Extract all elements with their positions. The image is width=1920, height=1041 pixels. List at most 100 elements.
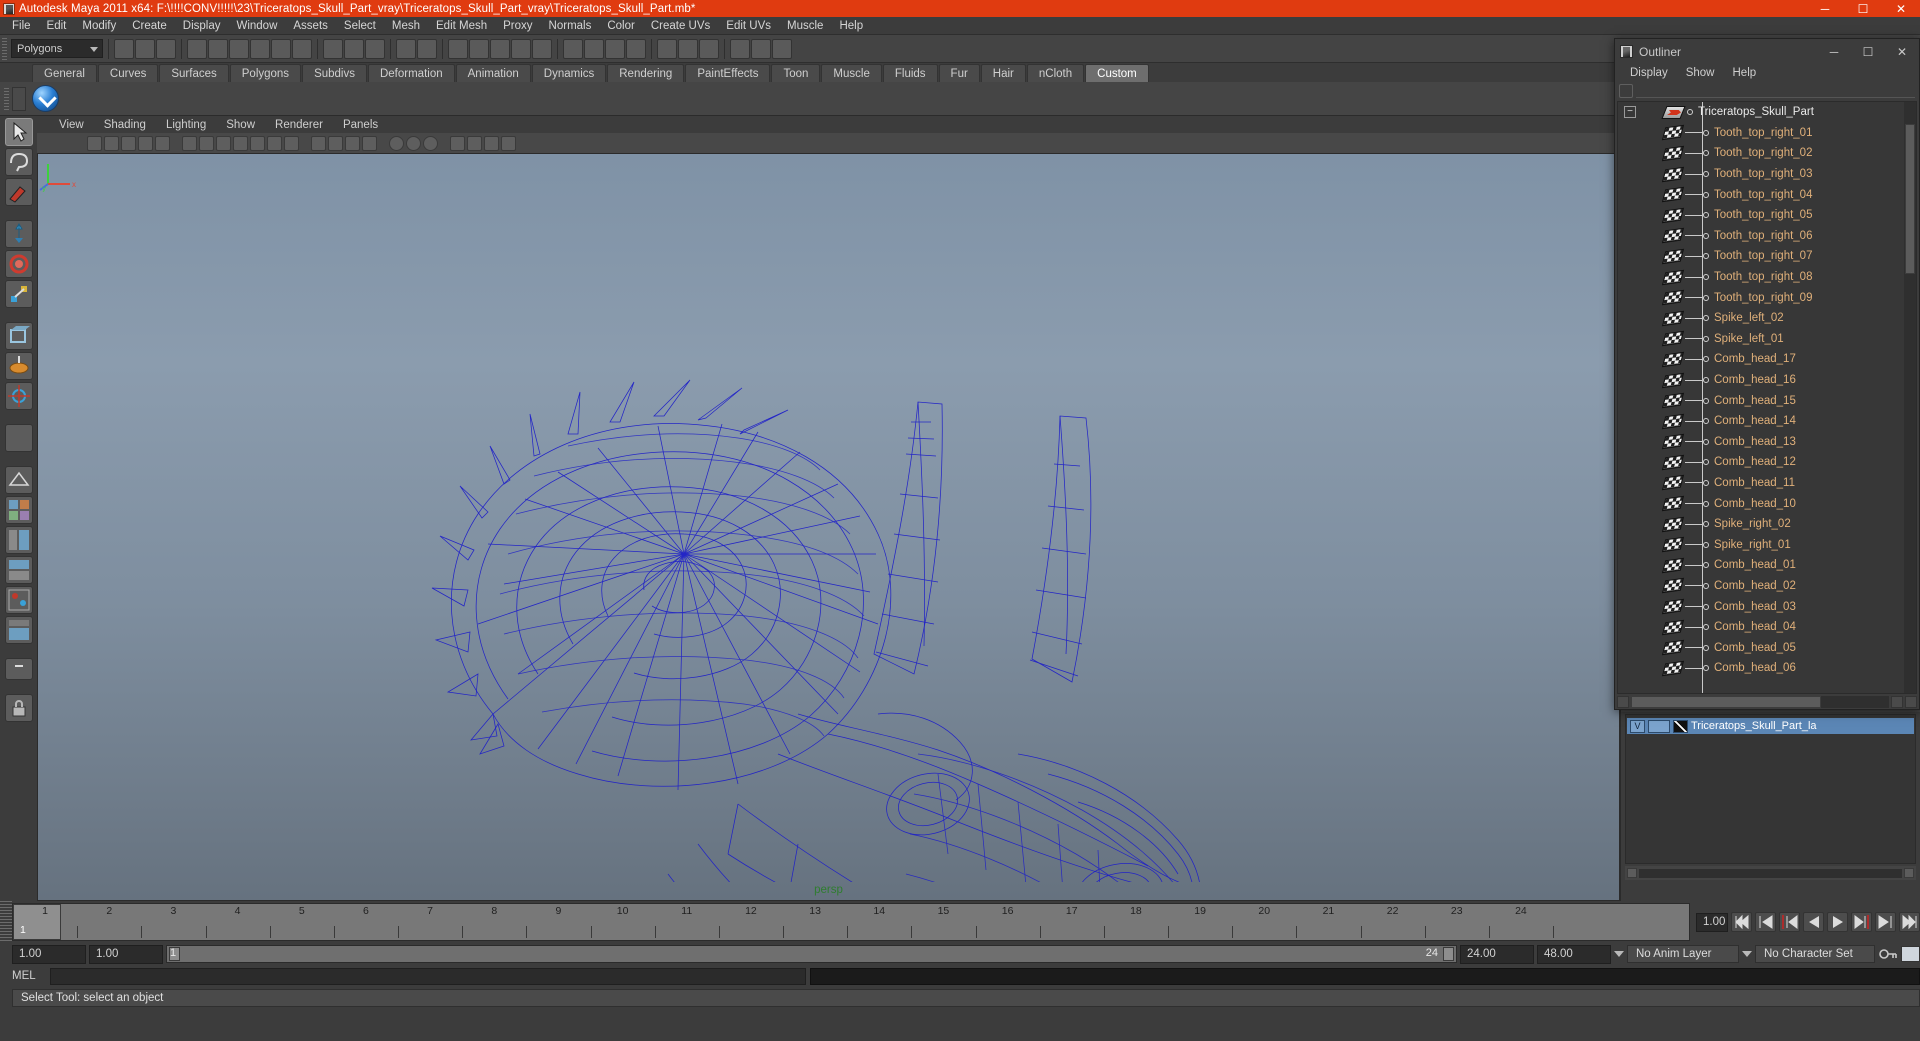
toolbar-grip[interactable] [2, 37, 7, 60]
layer-visibility-toggle[interactable]: V [1630, 719, 1645, 733]
outliner-item[interactable]: Tooth_top_right_03 [1618, 164, 1916, 185]
shelf-tab-ncloth[interactable]: nCloth [1026, 64, 1085, 82]
shelf-tab-custom[interactable]: Custom [1085, 64, 1149, 82]
outliner-close-button[interactable]: ✕ [1885, 39, 1919, 64]
previous-key-button[interactable] [1779, 912, 1800, 932]
outliner-item[interactable]: Tooth_top_right_08 [1618, 267, 1916, 288]
outliner-item[interactable]: Comb_head_03 [1618, 596, 1916, 617]
layout-persp-graph-button[interactable] [4, 556, 33, 584]
search-icon[interactable] [1619, 84, 1633, 98]
layout-outliner-persp-button[interactable] [4, 526, 33, 554]
film-gate-icon[interactable] [199, 135, 214, 151]
menu-modify[interactable]: Modify [74, 19, 124, 33]
outliner-item[interactable]: Comb_head_01 [1618, 555, 1916, 576]
scale-tool-button[interactable] [4, 280, 33, 308]
menu-normals[interactable]: Normals [541, 19, 600, 33]
outliner-minimize-button[interactable]: ─ [1817, 39, 1851, 64]
play-forwards-button[interactable] [1827, 912, 1848, 932]
anim-layer-chevron-down-icon[interactable] [1614, 951, 1624, 957]
outliner-item[interactable]: Tooth_top_right_06 [1618, 226, 1916, 247]
layout-four-view-button[interactable] [4, 496, 33, 524]
help-lock-icon[interactable] [4, 694, 33, 722]
outliner-item[interactable]: Spike_right_02 [1618, 514, 1916, 535]
selection-mode-dropdown[interactable]: Polygons [11, 39, 103, 58]
viewport-menu-lighting[interactable]: Lighting [156, 119, 216, 131]
shelf-tab-rendering[interactable]: Rendering [607, 64, 685, 82]
range-end-handle[interactable] [1443, 947, 1454, 961]
layer-display-type-icon[interactable] [1673, 719, 1688, 733]
render-settings-icon[interactable] [626, 38, 646, 59]
viewport-menu-renderer[interactable]: Renderer [265, 119, 333, 131]
use-selected-lights-icon[interactable] [423, 135, 438, 151]
shelf-tab-muscle[interactable]: Muscle [821, 64, 882, 82]
outliner-item[interactable]: Comb_head_13 [1618, 432, 1916, 453]
wireframe-on-shaded-icon[interactable] [362, 135, 377, 151]
two-d-pan-zoom-icon[interactable] [155, 135, 170, 151]
menu-create-uvs[interactable]: Create UVs [643, 19, 718, 33]
redo-icon[interactable] [417, 38, 437, 59]
outliner-search-input[interactable] [1636, 84, 1915, 98]
snap-grid-icon[interactable] [448, 38, 468, 59]
snap-live-icon[interactable] [532, 38, 552, 59]
snap-view-plane-icon[interactable] [511, 38, 531, 59]
play-backwards-button[interactable] [1803, 912, 1824, 932]
safe-title-icon[interactable] [284, 135, 299, 151]
menu-window[interactable]: Window [228, 19, 285, 33]
shelf-tab-dynamics[interactable]: Dynamics [531, 64, 607, 82]
outliner-item[interactable]: Comb_head_16 [1618, 370, 1916, 391]
vray-render-shelf-icon[interactable] [32, 85, 59, 112]
auto-keyframe-icon[interactable] [1878, 946, 1898, 962]
rotate-tool-button[interactable] [4, 250, 33, 278]
current-time-indicator[interactable]: 1 [13, 904, 61, 940]
safe-action-icon[interactable] [267, 135, 282, 151]
field-chart-icon[interactable] [250, 135, 265, 151]
step-forward-key-button[interactable] [1875, 912, 1896, 932]
outliner-item[interactable]: Comb_head_17 [1618, 349, 1916, 370]
outliner-item[interactable]: Tooth_top_right_01 [1618, 123, 1916, 144]
next-key-button[interactable] [1851, 912, 1872, 932]
render-icon[interactable] [584, 38, 604, 59]
shelf-tab-fur[interactable]: Fur [938, 64, 980, 82]
shelf-tab-polygons[interactable]: Polygons [229, 64, 302, 82]
shelf-tab-painteffects[interactable]: PaintEffects [685, 64, 771, 82]
outliner-menu-display[interactable]: Display [1621, 67, 1677, 79]
history-icon[interactable] [563, 38, 583, 59]
menu-proxy[interactable]: Proxy [495, 19, 540, 33]
channel-box-icon[interactable] [699, 38, 719, 59]
outliner-item[interactable]: Spike_left_01 [1618, 329, 1916, 350]
handle-mask-icon[interactable] [187, 38, 207, 59]
outliner-tree[interactable]: − Triceratops_Skull_Part Tooth_top_right_0… [1617, 101, 1917, 694]
scroll-right-arrow[interactable] [1891, 695, 1903, 708]
points-mask-icon[interactable] [208, 38, 228, 59]
select-camera-icon[interactable] [87, 135, 102, 151]
menu-create[interactable]: Create [124, 19, 175, 33]
select-object-icon[interactable] [135, 38, 155, 59]
outliner-maximize-button[interactable]: ☐ [1851, 39, 1885, 64]
menu-edit-mesh[interactable]: Edit Mesh [428, 19, 495, 33]
layout-single-perspective-button[interactable] [4, 466, 33, 494]
outliner-menu-show[interactable]: Show [1677, 67, 1724, 79]
outliner-item[interactable]: Comb_head_10 [1618, 493, 1916, 514]
outliner-hscroll-thumb[interactable] [1631, 695, 1821, 708]
outliner-item[interactable]: Comb_head_06 [1618, 658, 1916, 679]
outliner-item[interactable]: Tooth_top_right_07 [1618, 246, 1916, 267]
menu-mesh[interactable]: Mesh [384, 19, 428, 33]
outliner-item[interactable]: Comb_head_04 [1618, 617, 1916, 638]
xray-joints-icon[interactable] [484, 135, 499, 151]
outliner-item[interactable]: Comb_head_05 [1618, 637, 1916, 658]
mel-input-field[interactable] [50, 967, 806, 985]
undo-icon[interactable] [396, 38, 416, 59]
image-plane-icon[interactable] [138, 135, 153, 151]
maximize-button[interactable]: ☐ [1844, 0, 1882, 17]
outliner-item[interactable]: Tooth_top_right_02 [1618, 143, 1916, 164]
shelf-tab-fluids[interactable]: Fluids [882, 64, 938, 82]
outliner-item[interactable]: Comb_head_02 [1618, 576, 1916, 597]
tool-settings-icon[interactable] [678, 38, 698, 59]
save-scene-icon[interactable] [365, 38, 385, 59]
script-output-field[interactable] [810, 967, 1920, 985]
scroll-left-arrow[interactable] [1617, 695, 1629, 708]
outliner-item[interactable]: Comb_head_12 [1618, 452, 1916, 473]
toolbox-expand-button[interactable] [4, 658, 33, 680]
shelf-tab-surfaces[interactable]: Surfaces [159, 64, 229, 82]
attribute-editor-icon[interactable] [657, 38, 677, 59]
